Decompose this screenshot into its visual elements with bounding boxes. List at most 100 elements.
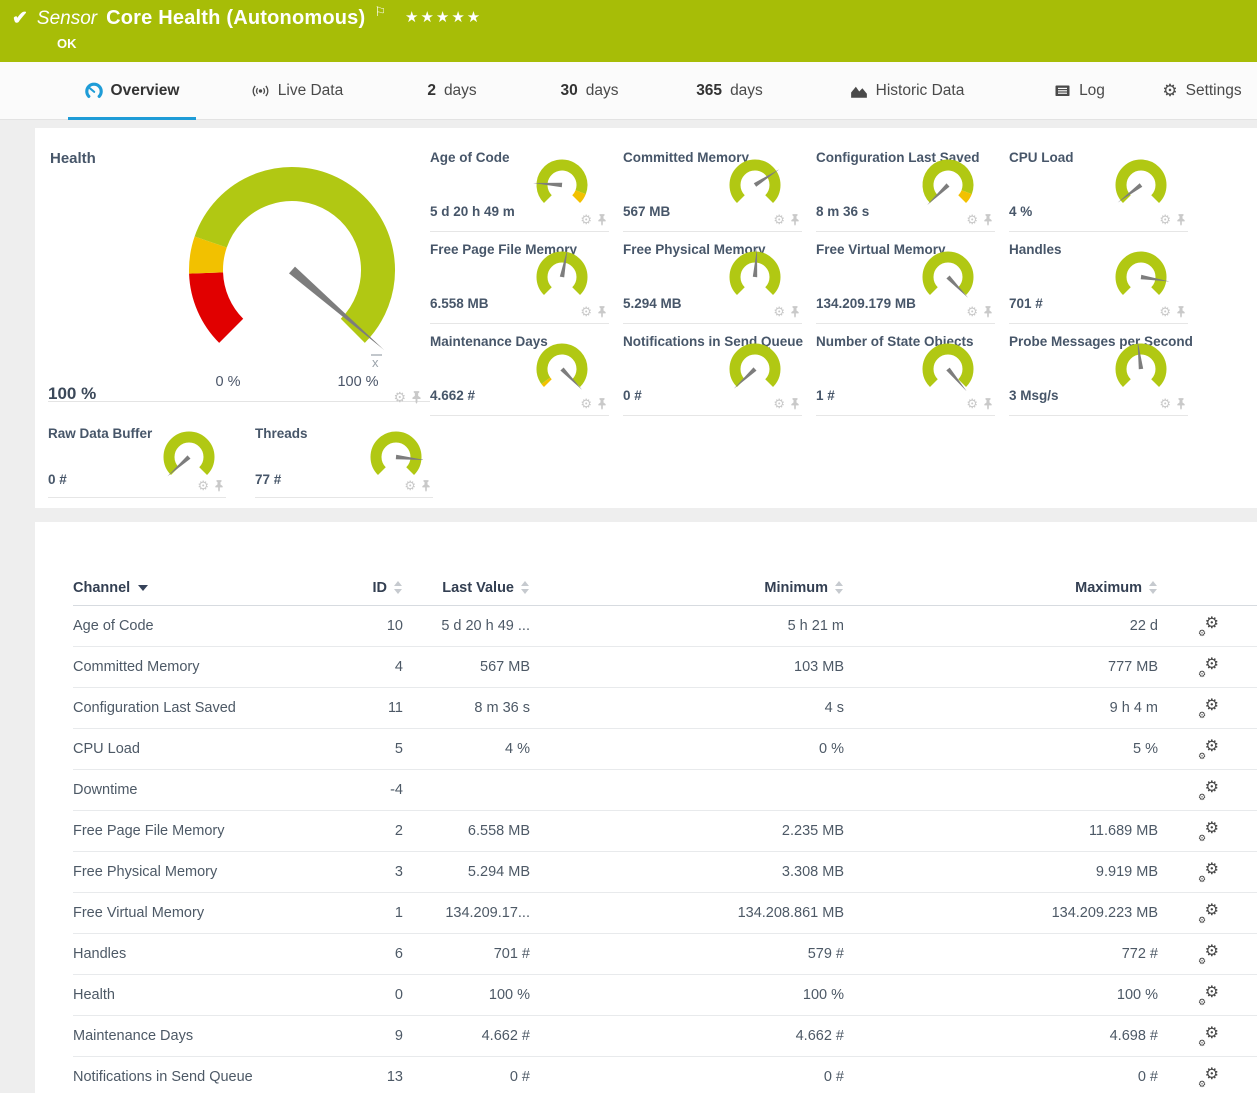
priority-stars[interactable]: ★★★★★ (405, 8, 482, 26)
pin-icon[interactable] (1176, 306, 1186, 318)
gauge-actions: ⚙ (580, 213, 607, 226)
sensor-title: Core Health (Autonomous) (106, 7, 365, 30)
gauge-title: Raw Data Buffer (48, 426, 152, 441)
gear-icon[interactable]: ⚙ (393, 390, 406, 404)
gear-icon[interactable]: ⚙ (966, 213, 978, 226)
gauge-value: 0 # (623, 388, 642, 403)
column-header-id[interactable]: ID (328, 580, 403, 596)
pin-icon[interactable] (790, 214, 800, 226)
pin-icon[interactable] (1176, 214, 1186, 226)
pin-icon[interactable] (411, 391, 422, 404)
channel-name: Age of Code (73, 618, 328, 634)
column-header-minimum[interactable]: Minimum (530, 580, 844, 596)
gear-icon-small: ⚙ (1198, 751, 1206, 762)
pin-icon[interactable] (983, 214, 993, 226)
pin-icon[interactable] (214, 480, 224, 492)
channel-settings-icon[interactable]: ⚙⚙ (1197, 904, 1219, 923)
channel-settings-icon[interactable]: ⚙⚙ (1197, 740, 1219, 759)
gear-icon[interactable]: ⚙ (966, 397, 978, 410)
gear-icon[interactable]: ⚙ (404, 479, 416, 492)
gear-icon[interactable]: ⚙ (580, 397, 592, 410)
channel-settings-icon[interactable]: ⚙⚙ (1197, 781, 1219, 800)
mini-gauge (724, 338, 786, 400)
table-row-age-of-code[interactable]: Age of Code105 d 20 h 49 ...5 h 21 m22 d… (73, 606, 1257, 647)
channel-settings-icon[interactable]: ⚙⚙ (1197, 863, 1219, 882)
pin-icon[interactable] (421, 480, 431, 492)
table-row-cpu-load[interactable]: CPU Load54 %0 %5 %⚙⚙ (73, 729, 1257, 770)
gear-icon[interactable]: ⚙ (580, 305, 592, 318)
gauge-value: 5.294 MB (623, 296, 682, 311)
pin-icon[interactable] (597, 214, 607, 226)
channel-settings-icon[interactable]: ⚙⚙ (1197, 699, 1219, 718)
channel-settings-icon[interactable]: ⚙⚙ (1197, 1068, 1219, 1087)
table-row-free-physical-memory[interactable]: Free Physical Memory35.294 MB3.308 MB9.9… (73, 852, 1257, 893)
sort-desc-icon (138, 585, 148, 591)
mini-gauge (1110, 246, 1172, 308)
table-row-handles[interactable]: Handles6701 #579 #772 #⚙⚙ (73, 934, 1257, 975)
tab-30-days-number: 30 (561, 82, 578, 100)
health-scale-max: 100 % (328, 374, 388, 390)
column-header-channel[interactable]: Channel (73, 580, 328, 596)
pin-icon[interactable] (597, 306, 607, 318)
pin-icon[interactable] (597, 398, 607, 410)
pin-icon[interactable] (1176, 398, 1186, 410)
table-row-notifications-in-send-queue[interactable]: Notifications in Send Queue130 #0 #0 #⚙⚙ (73, 1057, 1257, 1093)
tab-historic-data[interactable]: Historic Data (802, 62, 1012, 119)
gear-icon[interactable]: ⚙ (1159, 213, 1171, 226)
table-row-maintenance-days[interactable]: Maintenance Days94.662 #4.662 #4.698 #⚙⚙ (73, 1016, 1257, 1057)
table-row-committed-memory[interactable]: Committed Memory4567 MB103 MB777 MB⚙⚙ (73, 647, 1257, 688)
tab-2-days[interactable]: 2 days (382, 62, 522, 119)
pin-icon[interactable] (983, 306, 993, 318)
table-row-configuration-last-saved[interactable]: Configuration Last Saved118 m 36 s4 s9 h… (73, 688, 1257, 729)
gear-icon[interactable]: ⚙ (773, 305, 785, 318)
last-value: 0 # (403, 1069, 530, 1085)
table-row-downtime[interactable]: Downtime-4⚙⚙ (73, 770, 1257, 811)
gear-icon: ⚙ (1205, 1023, 1219, 1043)
tab-30-days[interactable]: 30 days (522, 62, 657, 119)
gear-icon: ⚙ (1205, 859, 1219, 879)
table-row-free-virtual-memory[interactable]: Free Virtual Memory1134.209.17...134.208… (73, 893, 1257, 934)
channel-name: Free Virtual Memory (73, 905, 328, 921)
channel-settings-icon[interactable]: ⚙⚙ (1197, 658, 1219, 677)
gauge-actions: ⚙ (773, 397, 800, 410)
channel-settings-icon[interactable]: ⚙⚙ (1197, 945, 1219, 964)
channel-name: Committed Memory (73, 659, 328, 675)
channel-id: 0 (328, 987, 403, 1003)
tab-log[interactable]: Log (1012, 62, 1147, 119)
tab-log-label: Log (1079, 82, 1105, 100)
channel-settings-icon[interactable]: ⚙⚙ (1197, 822, 1219, 841)
gear-icon[interactable]: ⚙ (773, 213, 785, 226)
gear-icon[interactable]: ⚙ (1159, 305, 1171, 318)
tab-365-days[interactable]: 365 days (657, 62, 802, 119)
channel-settings-icon[interactable]: ⚙⚙ (1197, 1027, 1219, 1046)
priority-flag-icon[interactable]: ⚐ (374, 4, 386, 20)
channel-name: Maintenance Days (73, 1028, 328, 1044)
gear-icon[interactable]: ⚙ (966, 305, 978, 318)
gear-icon[interactable]: ⚙ (580, 213, 592, 226)
gear-icon[interactable]: ⚙ (773, 397, 785, 410)
channel-settings-icon[interactable]: ⚙⚙ (1197, 986, 1219, 1005)
pin-icon[interactable] (790, 306, 800, 318)
gear-icon-small: ⚙ (1198, 1038, 1206, 1049)
gauge-value: 4.662 # (430, 388, 475, 403)
column-header-last-value[interactable]: Last Value (403, 580, 530, 596)
table-row-free-page-file-memory[interactable]: Free Page File Memory26.558 MB2.235 MB11… (73, 811, 1257, 852)
pin-icon[interactable] (790, 398, 800, 410)
table-row-health[interactable]: Health0100 %100 %100 %⚙⚙ (73, 975, 1257, 1016)
mini-gauge-grid: Age of Code5 d 20 h 49 m⚙Committed Memor… (430, 140, 1202, 416)
tab-settings[interactable]: ⚙ Settings (1147, 62, 1257, 119)
channel-settings-icon[interactable]: ⚙⚙ (1197, 617, 1219, 636)
last-value: 6.558 MB (403, 823, 530, 839)
last-value: 5.294 MB (403, 864, 530, 880)
pin-icon[interactable] (983, 398, 993, 410)
column-header-maximum[interactable]: Maximum (844, 580, 1158, 596)
tab-2-days-label: days (444, 82, 477, 100)
maximum-value: 9 h 4 m (844, 700, 1158, 716)
gear-icon[interactable]: ⚙ (1159, 397, 1171, 410)
gear-icon-small: ⚙ (1198, 874, 1206, 885)
gear-icon[interactable]: ⚙ (197, 479, 209, 492)
tab-overview[interactable]: Overview (52, 62, 212, 119)
maximum-value: 9.919 MB (844, 864, 1158, 880)
tab-live-data[interactable]: Live Data (212, 62, 382, 119)
channel-name: Health (73, 987, 328, 1003)
